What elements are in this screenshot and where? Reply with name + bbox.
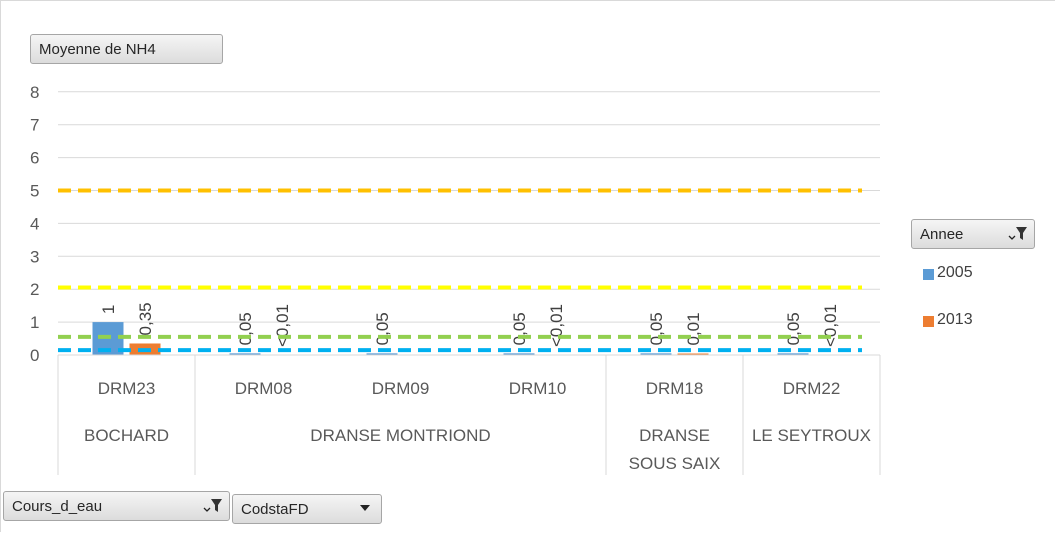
y-tick-label: 4	[30, 214, 39, 233]
group-label: LE SEYTROUX	[752, 426, 871, 445]
category-label: DRM22	[783, 379, 841, 398]
filter-dropdown-icon[interactable]	[203, 497, 223, 518]
y-tick-label: 7	[30, 116, 39, 135]
data-label: <0,01	[273, 304, 292, 347]
plot-area: 0 1 2 3 4 5 6 7 8 1 0,35 0,05 <0,01 0,05 0,05 <0,01 0,05…	[30, 83, 881, 475]
group-label: BOCHARD	[84, 426, 169, 445]
data-label: 0,05	[373, 312, 392, 345]
legend-label-2005: 2005	[937, 264, 973, 281]
axis-field-label-codstafd: CodstaFD	[241, 500, 309, 518]
data-label: 0,05	[236, 312, 255, 345]
data-label: 0,05	[510, 312, 529, 345]
category-label: DRM23	[98, 379, 156, 398]
category-label: DRM18	[646, 379, 704, 398]
group-label: SOUS SAIX	[629, 454, 721, 473]
legend-swatch-2013	[923, 316, 934, 327]
axis-field-button-codstafd[interactable]: CodstaFD	[232, 494, 382, 524]
data-label: 0,05	[784, 312, 803, 345]
group-label: DRANSE	[639, 426, 710, 445]
data-label: <0,01	[547, 304, 566, 347]
legend-label-2013: 2013	[937, 311, 973, 328]
legend-field-label: Annee	[920, 225, 964, 243]
category-label: DRM09	[372, 379, 430, 398]
filter-dropdown-icon[interactable]	[1008, 225, 1028, 246]
category-label: DRM10	[509, 379, 567, 398]
legend-swatch-2005	[923, 269, 934, 280]
group-label: DRANSE MONTRIOND	[310, 426, 490, 445]
axis-field-label-cours-d-eau: Cours_d_eau	[12, 497, 103, 515]
data-label: 0,05	[647, 312, 666, 345]
dropdown-arrow-icon[interactable]	[359, 502, 371, 516]
y-tick-label: 8	[30, 83, 39, 102]
y-tick-label: 2	[30, 280, 39, 299]
y-tick-label: 3	[30, 247, 39, 266]
y-tick-label: 1	[30, 313, 39, 332]
axis-field-button-cours-d-eau[interactable]: Cours_d_eau	[3, 491, 230, 521]
y-tick-label: 5	[30, 182, 39, 201]
y-tick-label: 0	[30, 346, 39, 365]
y-tick-label: 6	[30, 149, 39, 168]
data-label: 1	[99, 305, 118, 314]
data-label: <0,01	[821, 304, 840, 347]
data-label: 0,35	[136, 302, 155, 335]
category-label: DRM08	[235, 379, 293, 398]
legend-field-button[interactable]: Annee	[911, 219, 1035, 249]
data-label: 0,01	[684, 312, 703, 345]
